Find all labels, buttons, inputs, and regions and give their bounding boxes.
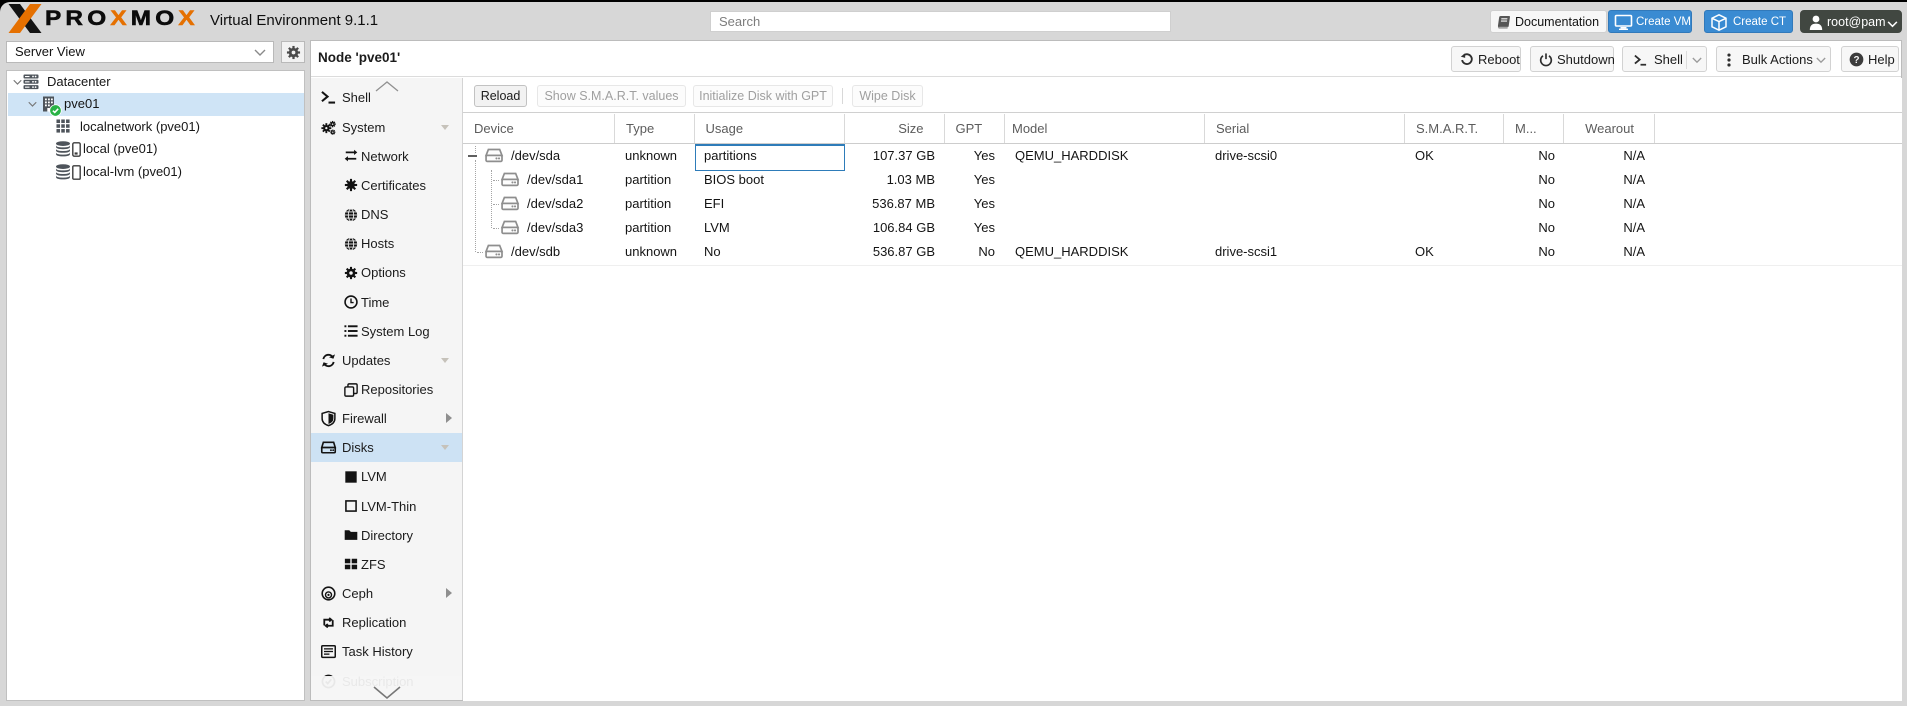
svg-text:?: ? <box>1853 55 1859 66</box>
